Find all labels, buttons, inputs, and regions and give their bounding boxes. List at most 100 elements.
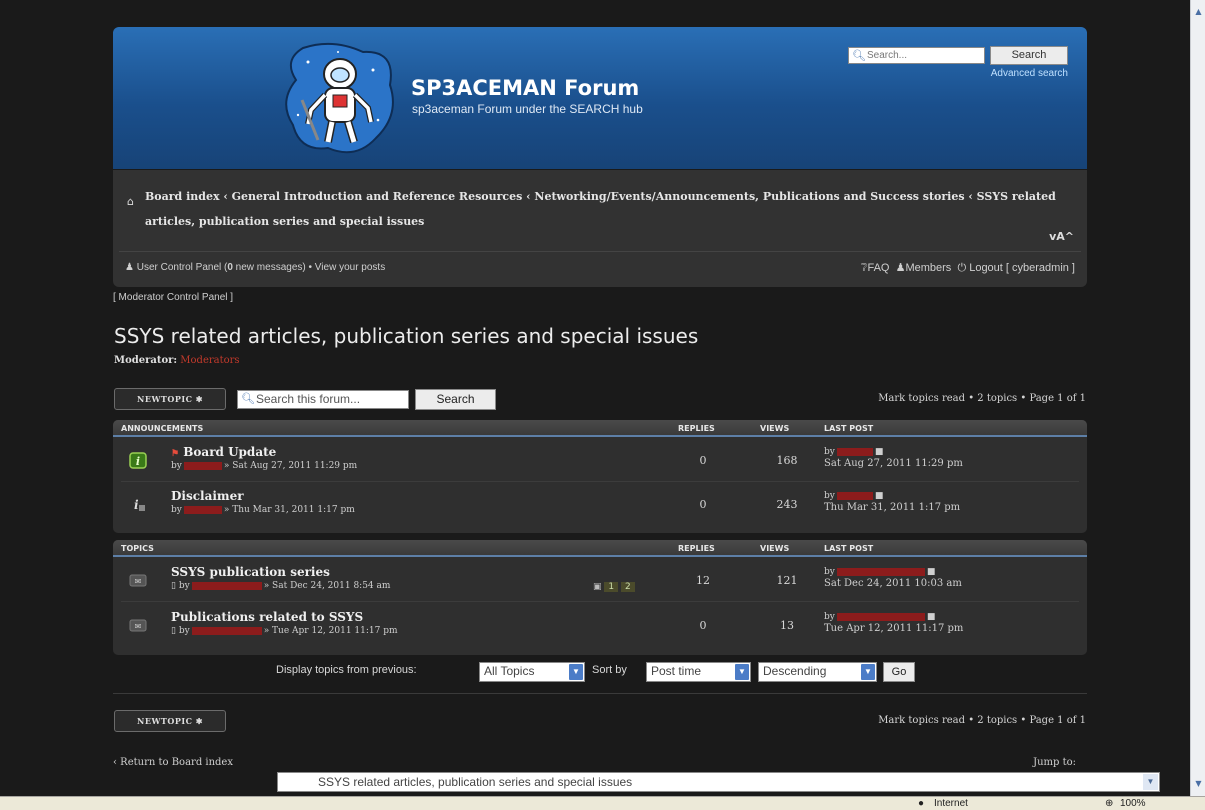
- jump-to-label: Jump to:: [1033, 757, 1076, 768]
- topics-header: TOPICS REPLIES VIEWS LAST POST: [113, 540, 1087, 557]
- ucp-link[interactable]: User Control Panel (0 new messages): [137, 262, 306, 273]
- views-count: 243: [776, 498, 798, 511]
- faq-link[interactable]: FAQ: [867, 262, 889, 274]
- forum-page: SP3ACEMAN Forum sp3aceman Forum under th…: [0, 0, 1190, 796]
- last-poster-name[interactable]: [836, 612, 925, 621]
- svg-text:✉: ✉: [135, 577, 142, 586]
- new-topic-button[interactable]: NEWTOPIC ✱: [114, 710, 226, 732]
- topic-title[interactable]: Publications related to SSYS: [171, 610, 363, 624]
- view-latest-post-icon[interactable]: ■: [927, 567, 936, 577]
- pagination[interactable]: Mark topics read • 2 topics • Page 1 of …: [878, 715, 1086, 726]
- topic-title[interactable]: ⚑ Board Update: [171, 445, 276, 459]
- last-post-date: Sat Dec 24, 2011 10:03 am: [824, 578, 962, 589]
- last-poster-name[interactable]: [836, 491, 873, 500]
- crumb-separator: ‹: [968, 190, 973, 203]
- last-post-author: by ■: [824, 491, 884, 501]
- topic-title[interactable]: Disclaimer: [171, 489, 244, 503]
- page-title[interactable]: SSYS related articles, publication serie…: [114, 324, 698, 348]
- last-poster-name[interactable]: [836, 567, 925, 576]
- replies-count: 0: [699, 619, 707, 632]
- site-title[interactable]: SP3ACEMAN Forum: [411, 76, 639, 100]
- crumb-separator: ‹: [223, 190, 228, 203]
- topic-row[interactable]: ✉ SSYS publication series ▯ by» Sat Dec …: [113, 562, 1087, 600]
- col-last-post: LAST POST: [824, 424, 874, 433]
- divider: [121, 601, 1079, 602]
- topic-author-line: by» Sat Aug 27, 2011 11:29 pm: [171, 461, 358, 471]
- display-label: Display topics from previous:: [276, 664, 417, 676]
- site-description: sp3aceman Forum under the SEARCH hub: [412, 102, 643, 116]
- spaceman-logo[interactable]: [278, 40, 400, 158]
- crumb-board-index[interactable]: Board index: [145, 190, 220, 203]
- chevron-down-icon: ▼: [861, 664, 875, 680]
- return-to-board-link[interactable]: ‹ Return to Board index: [113, 757, 233, 768]
- last-post-author: by ■: [824, 447, 884, 457]
- sort-key-select[interactable]: Post time ▼: [646, 662, 751, 682]
- font-resize-control[interactable]: vA^: [1049, 230, 1074, 243]
- scroll-down-icon[interactable]: ▼: [1193, 778, 1204, 789]
- power-icon: ⏻: [957, 262, 967, 274]
- sort-direction-select[interactable]: Descending ▼: [758, 662, 877, 682]
- announcement-row[interactable]: i Disclaimer by» Thu Mar 31, 2011 1:17 p…: [113, 486, 1087, 524]
- author-name[interactable]: [183, 505, 222, 514]
- user-links: ❔︎FAQ ♟Members ⏻ Logout [ cyberadmin ]: [861, 261, 1075, 275]
- page-link[interactable]: 1: [604, 582, 619, 592]
- page-link[interactable]: 2: [621, 582, 635, 592]
- moderator-line: Moderator: Moderators: [114, 355, 240, 366]
- svg-text:✉: ✉: [135, 622, 142, 631]
- moderators-link[interactable]: Moderators: [180, 355, 239, 366]
- moderator-label: Moderator:: [114, 355, 178, 366]
- topic-author-line: ▯ by» Sat Dec 24, 2011 8:54 am: [171, 581, 391, 591]
- zoom-level[interactable]: 100%: [1120, 797, 1146, 810]
- logout-link[interactable]: Logout [ cyberadmin ]: [969, 262, 1075, 274]
- replies-count: 0: [699, 454, 707, 467]
- display-period-select[interactable]: All Topics ▼: [479, 662, 585, 682]
- last-post-date: Tue Apr 12, 2011 11:17 pm: [824, 623, 964, 634]
- forum-search-button[interactable]: Search: [415, 389, 496, 410]
- advanced-search-link[interactable]: Advanced search: [956, 68, 1068, 79]
- view-posts-link[interactable]: View your posts: [315, 262, 385, 273]
- new-topic-button[interactable]: NEWTOPIC ✱: [114, 388, 226, 410]
- crumb-networking[interactable]: Networking/Events/Announcements, Publica…: [534, 190, 964, 203]
- header-search-button[interactable]: Search: [990, 46, 1068, 65]
- forum-search-input[interactable]: 🔍︎ Search this forum...: [237, 390, 409, 409]
- views-count: 168: [776, 454, 798, 467]
- members-icon: ♟: [895, 262, 906, 274]
- jump-to-select[interactable]: SSYS related articles, publication serie…: [277, 772, 1160, 792]
- view-latest-post-icon[interactable]: ■: [875, 447, 884, 457]
- view-latest-post-icon[interactable]: ■: [875, 491, 884, 501]
- crumb-general-introduction[interactable]: General Introduction and Reference Resou…: [232, 190, 523, 203]
- author-name[interactable]: [183, 461, 222, 470]
- col-last-post: LAST POST: [824, 544, 874, 553]
- announcement-flag-icon: ⚑: [171, 449, 180, 459]
- members-link[interactable]: Members: [905, 262, 951, 274]
- svg-text:i: i: [134, 498, 139, 512]
- topic-title[interactable]: SSYS publication series: [171, 565, 330, 579]
- announcement-locked-icon: i: [134, 498, 145, 512]
- last-post-author: by ■: [824, 567, 936, 577]
- home-icon[interactable]: ⌂: [127, 195, 134, 208]
- header-search-input[interactable]: 🔍︎ Search...: [848, 47, 985, 64]
- topic-read-icon: ✉: [129, 619, 147, 632]
- vertical-scrollbar[interactable]: ▲ ▼: [1190, 0, 1205, 796]
- pagination[interactable]: Mark topics read • 2 topics • Page 1 of …: [878, 393, 1086, 404]
- svg-text:i: i: [136, 455, 140, 468]
- go-button[interactable]: Go: [883, 662, 915, 682]
- col-replies: REPLIES: [678, 544, 715, 553]
- author-name[interactable]: [191, 626, 262, 635]
- announcement-row[interactable]: i ⚑ Board Update by» Sat Aug 27, 2011 11…: [113, 442, 1087, 480]
- view-latest-post-icon[interactable]: ■: [927, 612, 936, 622]
- scroll-up-icon[interactable]: ▲: [1193, 6, 1204, 17]
- last-poster-name[interactable]: [836, 447, 873, 456]
- moderator-control-panel-link[interactable]: [ Moderator Control Panel ]: [113, 292, 233, 303]
- sort-direction-value: Descending: [763, 664, 827, 678]
- jump-to-value: SSYS related articles, publication serie…: [318, 775, 633, 789]
- topic-row[interactable]: ✉ Publications related to SSYS ▯ by» Tue…: [113, 607, 1087, 645]
- chevron-down-icon: ▼: [735, 664, 749, 680]
- divider: [119, 251, 1081, 252]
- sort-label: Sort by: [592, 664, 627, 676]
- chevron-down-icon: ▼: [569, 664, 583, 680]
- announcement-icon: i: [129, 452, 147, 469]
- author-name[interactable]: [191, 581, 262, 590]
- globe-icon: ●: [918, 798, 925, 809]
- separator-dot: •: [308, 262, 313, 273]
